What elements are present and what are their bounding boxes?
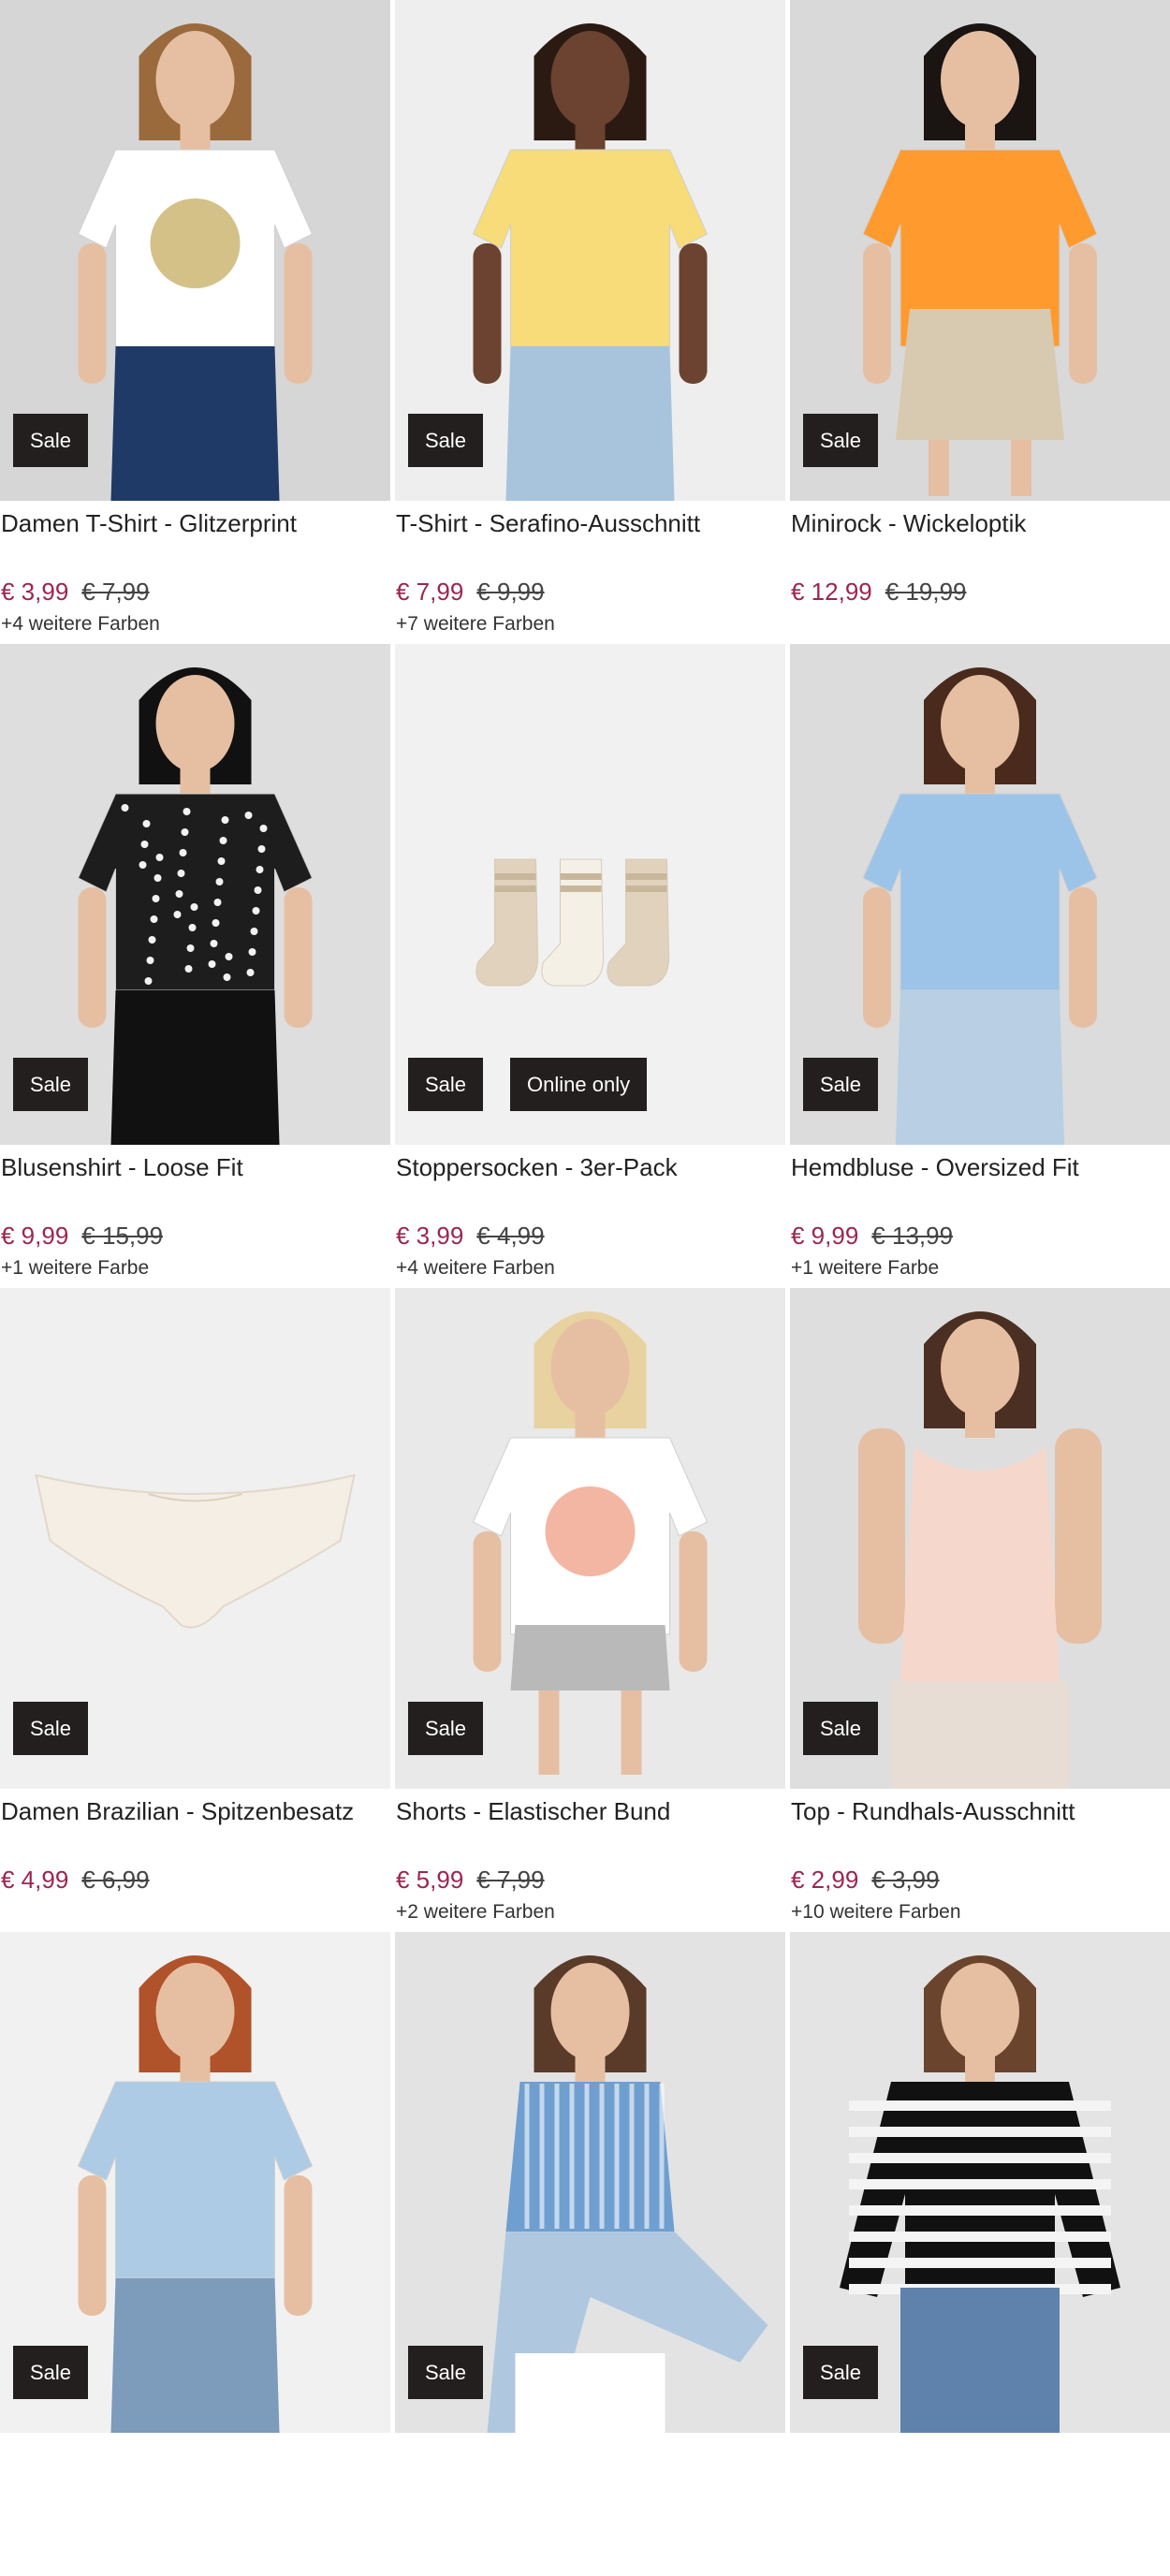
- product-name[interactable]: Blusenshirt - Loose Fit: [1, 1152, 243, 1182]
- more-colors-note[interactable]: +4 weitere Farben: [1, 612, 160, 637]
- more-colors-note[interactable]: +1 weitere Farbe: [791, 1256, 939, 1281]
- sale-badge: Sale: [13, 2346, 89, 2399]
- product-card[interactable]: Sale Top - Rundhals-Ausschnitt € 2,99 € 3…: [790, 1288, 1170, 1932]
- price-row: € 5,99 € 7,99: [396, 1865, 545, 1895]
- product-name[interactable]: Damen T-Shirt - Glitzerprint: [1, 508, 297, 538]
- badge-list: Sale: [13, 1058, 89, 1111]
- product-card[interactable]: Sale Shorts - Elastischer Bund € 5,99 € 7…: [395, 1288, 785, 1932]
- price-row: € 9,99 € 13,99: [791, 1221, 953, 1251]
- badge-list: Sale Online only: [408, 1058, 648, 1111]
- original-price: € 19,99: [885, 578, 967, 606]
- badge-list: Sale: [408, 2346, 484, 2399]
- sale-badge: Sale: [13, 1058, 89, 1111]
- badge-list: Sale: [408, 414, 484, 467]
- sale-price: € 3,99: [1, 578, 69, 606]
- sale-price: € 9,99: [1, 1222, 69, 1250]
- product-name[interactable]: Minirock - Wickeloptik: [791, 508, 1026, 538]
- original-price: € 7,99: [476, 1866, 545, 1894]
- sale-badge: Sale: [408, 1702, 484, 1755]
- sale-price: € 3,99: [396, 1222, 464, 1250]
- product-grid: Sale Damen T-Shirt - Glitzerprint € 3,99…: [0, 0, 1170, 2576]
- product-name[interactable]: Damen Brazilian - Spitzenbesatz: [1, 1796, 354, 1826]
- product-name[interactable]: Stoppersocken - 3er-Pack: [396, 1152, 678, 1182]
- product-name[interactable]: Top - Rundhals-Ausschnitt: [791, 1796, 1075, 1826]
- sale-price: € 9,99: [791, 1222, 859, 1250]
- sale-badge: Sale: [803, 2346, 879, 2399]
- product-card[interactable]: Sale Blusenshirt - Loose Fit € 9,99 € 15,…: [0, 644, 390, 1288]
- sale-price: € 12,99: [791, 578, 872, 606]
- more-colors-note[interactable]: +2 weitere Farben: [396, 1900, 555, 1925]
- sale-badge: Sale: [13, 1702, 89, 1755]
- sale-price: € 5,99: [396, 1866, 464, 1894]
- original-price: € 15,99: [81, 1222, 164, 1250]
- sale-price: € 2,99: [791, 1866, 859, 1894]
- price-row: € 3,99 € 7,99: [1, 577, 150, 607]
- badge-list: Sale: [13, 2346, 89, 2399]
- sale-badge: Sale: [13, 414, 89, 467]
- product-card[interactable]: Sale Damen T-Shirt - Glitzerprint € 3,99…: [0, 0, 390, 644]
- sale-badge: Sale: [803, 414, 879, 467]
- product-card[interactable]: Sale Online only Stoppersocken - 3er-Pack…: [395, 644, 785, 1288]
- product-card[interactable]: Sale: [0, 1932, 390, 2576]
- more-colors-note[interactable]: +7 weitere Farben: [396, 612, 555, 637]
- sale-badge: Sale: [803, 1058, 879, 1111]
- sale-badge: Online only: [510, 1058, 648, 1111]
- badge-list: Sale: [803, 2346, 879, 2399]
- original-price: € 7,99: [81, 578, 150, 606]
- product-card[interactable]: Sale: [395, 1932, 785, 2576]
- product-name[interactable]: Shorts - Elastischer Bund: [396, 1796, 670, 1826]
- product-card[interactable]: Sale T-Shirt - Serafino-Ausschnitt € 7,9…: [395, 0, 785, 644]
- price-row: € 12,99 € 19,99: [791, 577, 967, 607]
- badge-list: Sale: [803, 1702, 879, 1755]
- product-name[interactable]: Hemdbluse - Oversized Fit: [791, 1152, 1079, 1182]
- price-row: [791, 2509, 804, 2539]
- price-row: [396, 2509, 409, 2539]
- badge-list: Sale: [803, 414, 879, 467]
- more-colors-note[interactable]: +4 weitere Farben: [396, 1256, 555, 1281]
- product-name[interactable]: T-Shirt - Serafino-Ausschnitt: [396, 508, 700, 538]
- sale-badge: Sale: [408, 2346, 484, 2399]
- product-card[interactable]: Sale Damen Brazilian - Spitzenbesatz € 4…: [0, 1288, 390, 1932]
- product-card[interactable]: Sale: [790, 1932, 1170, 2576]
- sale-price: € 4,99: [1, 1866, 69, 1894]
- sale-badge: Sale: [408, 1058, 484, 1111]
- original-price: € 6,99: [81, 1866, 150, 1894]
- price-row: € 2,99 € 3,99: [791, 1865, 940, 1895]
- original-price: € 4,99: [476, 1222, 545, 1250]
- more-colors-note[interactable]: +10 weitere Farben: [791, 1900, 961, 1925]
- original-price: € 13,99: [871, 1222, 954, 1250]
- badge-list: Sale: [803, 1058, 879, 1111]
- price-row: € 9,99 € 15,99: [1, 1221, 163, 1251]
- price-row: € 4,99 € 6,99: [1, 1865, 150, 1895]
- product-card[interactable]: Sale Hemdbluse - Oversized Fit € 9,99 € 1…: [790, 644, 1170, 1288]
- price-row: [1, 2509, 14, 2539]
- sale-badge: Sale: [803, 1702, 879, 1755]
- more-colors-note[interactable]: +1 weitere Farbe: [1, 1256, 149, 1281]
- price-row: € 3,99 € 4,99: [396, 1221, 545, 1251]
- badge-list: Sale: [13, 414, 89, 467]
- price-row: € 7,99 € 9,99: [396, 577, 545, 607]
- original-price: € 9,99: [476, 578, 545, 606]
- badge-list: Sale: [13, 1702, 89, 1755]
- badge-list: Sale: [408, 1702, 484, 1755]
- product-card[interactable]: Sale Minirock - Wickeloptik € 12,99 € 19,…: [790, 0, 1170, 644]
- sale-badge: Sale: [408, 414, 484, 467]
- sale-price: € 7,99: [396, 578, 464, 606]
- original-price: € 3,99: [871, 1866, 940, 1894]
